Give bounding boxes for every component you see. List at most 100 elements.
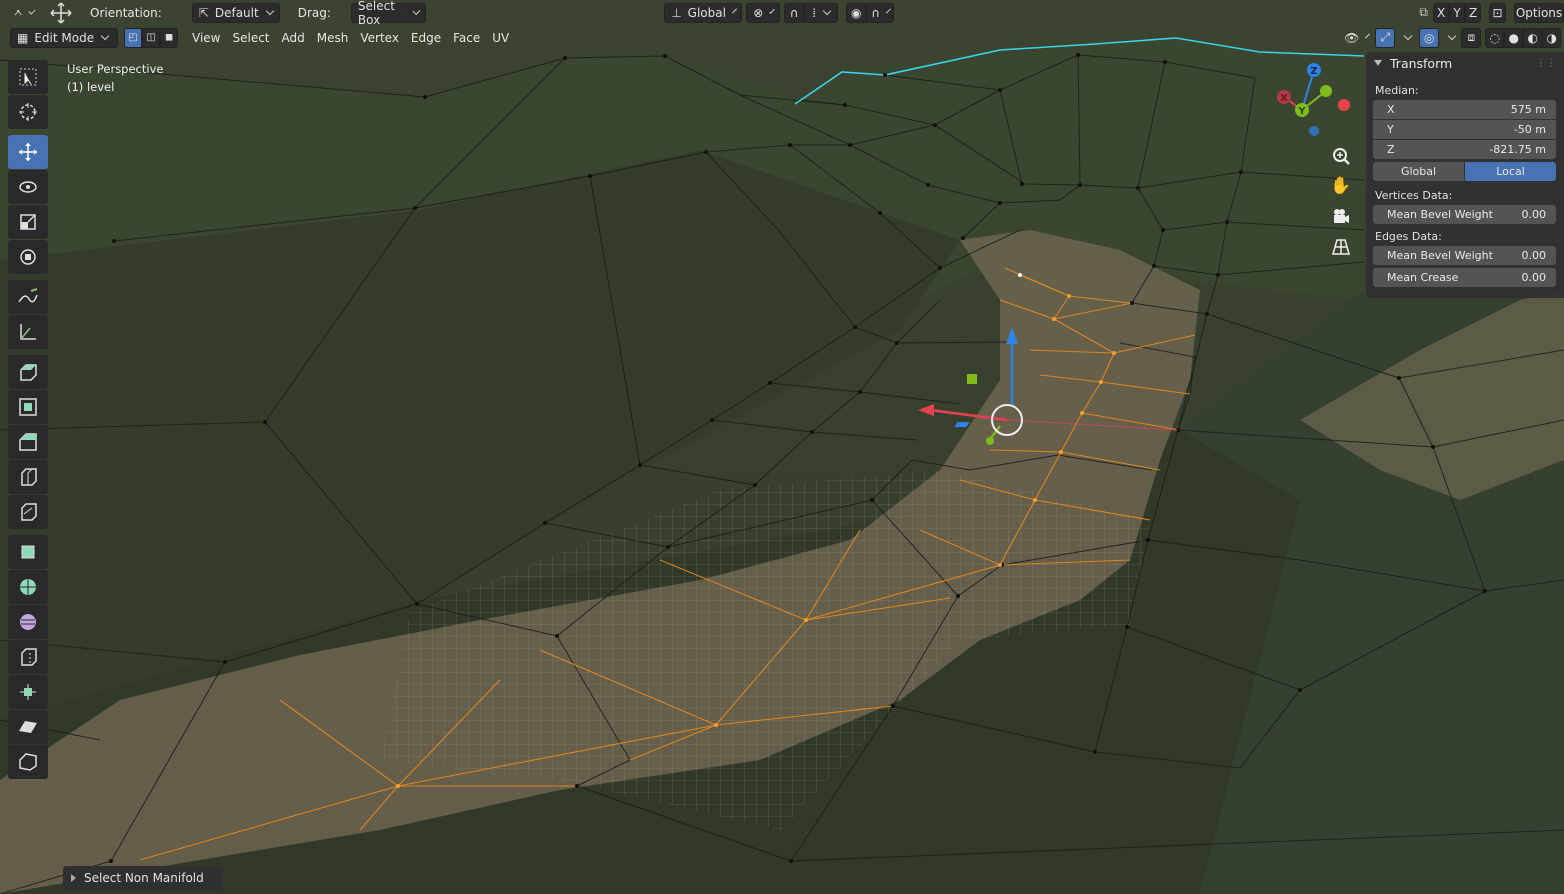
gizmo-x-label: X (1280, 93, 1288, 104)
menu-mesh[interactable]: Mesh (311, 28, 355, 48)
mean-crease-value: 0.00 (1521, 271, 1547, 284)
rendered-shading-button[interactable]: ◑ (1542, 27, 1562, 48)
pan-button[interactable]: ✋ (1329, 174, 1353, 198)
edge-select-button[interactable]: ◫ (142, 27, 160, 48)
smooth-tool[interactable] (8, 605, 48, 639)
zoom-button[interactable] (1329, 144, 1353, 168)
auto-merge-icon: ⊡ (1492, 5, 1503, 20)
median-y-field[interactable]: Y -50 m (1373, 120, 1556, 139)
snap-toggle[interactable]: ∩ (784, 2, 805, 23)
options-button[interactable]: Options (1514, 2, 1564, 23)
bevel-tool[interactable] (8, 425, 48, 459)
loop-cut-tool[interactable] (8, 460, 48, 494)
wireframe-shading-button[interactable]: ◌ (1485, 27, 1505, 48)
pivot-point-dropdown[interactable]: ⊗ (746, 2, 781, 23)
xray-toggle[interactable]: ⧈ (1461, 27, 1482, 48)
proportional-edit-toggle[interactable]: ◉ (846, 2, 867, 23)
vertex-bevel-weight-field[interactable]: Mean Bevel Weight 0.00 (1373, 205, 1556, 224)
snap-target-dropdown[interactable]: ⁞ (804, 2, 839, 23)
material-shading-button[interactable]: ◐ (1523, 27, 1543, 48)
local-space-button[interactable]: Local (1465, 162, 1556, 181)
gizmo-z-label: Z (1310, 66, 1317, 77)
gizmo-toggle[interactable]: ⤢ (1375, 27, 1396, 48)
camera-button[interactable] (1329, 205, 1353, 229)
visibility-dropdown[interactable]: 👁 (1339, 28, 1373, 48)
rip-tool[interactable] (8, 745, 48, 779)
shrink-fatten-tool[interactable] (8, 675, 48, 709)
solid-shading-button[interactable]: ● (1504, 27, 1524, 48)
tool-settings-button[interactable] (8, 3, 40, 23)
mode-value: Edit Mode (34, 30, 95, 45)
menu-face[interactable]: Face (447, 28, 486, 48)
overlay-dropdown[interactable] (1439, 28, 1457, 48)
edge-slide-tool[interactable] (8, 640, 48, 674)
median-y-label: Y (1387, 123, 1394, 136)
rendered-icon: ◑ (1546, 30, 1557, 45)
cursor-icon (19, 103, 37, 121)
extrude-tool[interactable] (8, 355, 48, 389)
scale-icon (20, 214, 36, 230)
tool-header: Orientation: ⇱ Default Drag: Select Box … (0, 0, 1564, 27)
eye-icon: 👁 (1344, 30, 1360, 45)
menu-uv[interactable]: UV (486, 28, 515, 48)
navigation-gizmo[interactable]: X Z Y (1270, 60, 1360, 150)
grid-perspective-icon (1332, 239, 1350, 255)
transform-orientation-dropdown[interactable]: ⊥ Global (664, 2, 743, 23)
spin-tool[interactable] (8, 570, 48, 604)
mean-crease-field[interactable]: Mean Crease 0.00 (1373, 268, 1556, 287)
orientation-dropdown[interactable]: ⇱ Default (191, 2, 280, 23)
select-box-icon (19, 68, 37, 86)
mirror-y-button[interactable]: Y (1449, 2, 1466, 23)
scale-tool[interactable] (8, 205, 48, 239)
edge-bevel-weight-field[interactable]: Mean Bevel Weight 0.00 (1373, 246, 1556, 265)
falloff-dropdown[interactable]: ∩ (866, 2, 895, 23)
gizmo-dropdown[interactable] (1395, 28, 1413, 48)
cursor-tool[interactable] (8, 95, 48, 129)
transform-icon (20, 249, 36, 265)
measure-tool[interactable] (8, 315, 48, 349)
edge-bevel-weight-label: Mean Bevel Weight (1387, 249, 1493, 262)
move-tool[interactable] (8, 135, 48, 169)
menu-select[interactable]: Select (226, 28, 275, 48)
shrink-fatten-icon (20, 684, 36, 700)
rotate-tool[interactable] (8, 170, 48, 204)
global-space-button[interactable]: Global (1373, 162, 1464, 181)
drag-dropdown[interactable]: Select Box (350, 0, 427, 27)
face-select-button[interactable]: ◼ (160, 27, 178, 48)
median-x-field[interactable]: X 575 m (1373, 100, 1556, 119)
select-box-tool[interactable] (8, 60, 48, 94)
3d-viewport[interactable]: Orientation: ⇱ Default Drag: Select Box … (0, 0, 1564, 894)
knife-tool[interactable] (8, 495, 48, 529)
orientation-label: Orientation: (90, 5, 162, 20)
menu-view[interactable]: View (186, 28, 226, 48)
auto-merge-button[interactable]: ⊡ (1489, 2, 1506, 23)
wireframe-icon: ◌ (1489, 30, 1500, 45)
view-header: ▦ Edit Mode ◰ ◫ ◼ View Select Add Mesh V… (0, 25, 1564, 50)
mirror-icon: ⧉ (1419, 5, 1428, 19)
transform-panel-header[interactable]: Transform ⋮⋮ (1372, 52, 1556, 74)
vertex-select-button[interactable]: ◰ (124, 27, 142, 48)
snap-increment-icon: ⁞ (812, 5, 817, 20)
transform-tool[interactable] (8, 240, 48, 274)
menu-vertex[interactable]: Vertex (354, 28, 405, 48)
annotate-tool[interactable] (8, 280, 48, 314)
mirror-x-button[interactable]: X (1433, 2, 1450, 23)
shear-tool[interactable] (8, 710, 48, 744)
perspective-label: User Perspective (67, 62, 164, 76)
median-z-field[interactable]: Z -821.75 m (1373, 140, 1556, 159)
mode-dropdown[interactable]: ▦ Edit Mode (10, 27, 118, 48)
menu-edge[interactable]: Edge (405, 28, 447, 48)
last-operator-panel[interactable]: Select Non Manifold (63, 866, 223, 890)
drag-handle-icon[interactable]: ⋮⋮ (1536, 58, 1556, 69)
vertex-bevel-weight-value: 0.00 (1521, 208, 1547, 221)
overlay-toggle[interactable]: ◎ (1419, 27, 1440, 48)
mirror-z-button[interactable]: Z (1465, 2, 1482, 23)
menu-add[interactable]: Add (276, 28, 311, 48)
perspective-toggle-button[interactable] (1329, 235, 1353, 259)
global-orientation-icon: ⊥ (671, 5, 682, 20)
sidebar-transform-panel: Transform ⋮⋮ Median: X 575 m Y -50 m Z -… (1366, 52, 1564, 298)
annotate-icon (18, 288, 38, 303)
xray-icon: ⧈ (1467, 30, 1476, 44)
poly-build-tool[interactable] (8, 535, 48, 569)
inset-tool[interactable] (8, 390, 48, 424)
